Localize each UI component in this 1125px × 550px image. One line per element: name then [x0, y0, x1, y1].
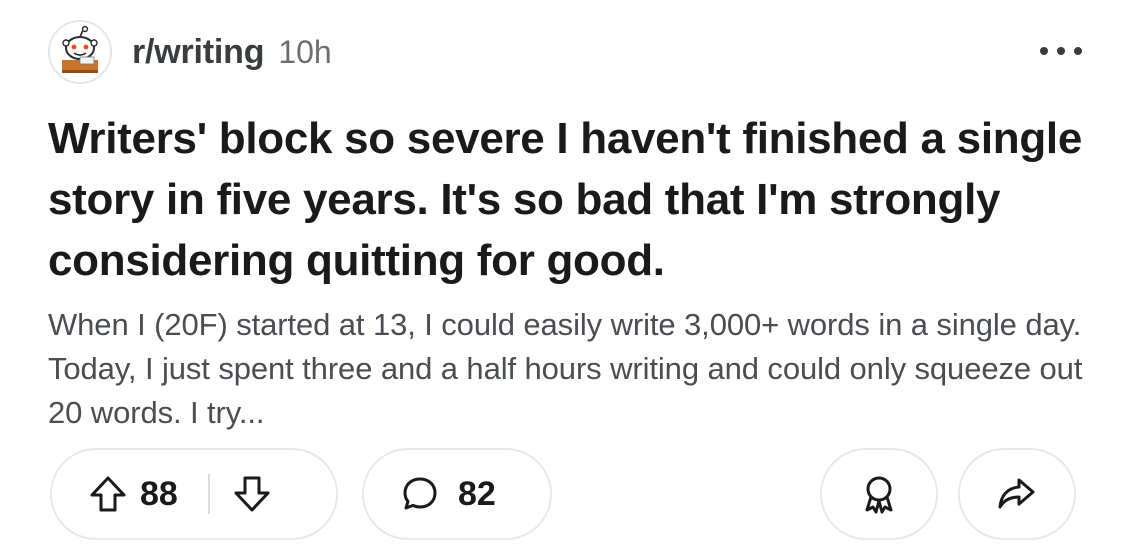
post-age: 10h: [278, 33, 332, 70]
post-body-preview[interactable]: When I (20F) started at 13, I could easi…: [48, 303, 1088, 435]
award-button[interactable]: [820, 448, 938, 540]
post-title[interactable]: Writers' block so severe I haven't finis…: [48, 108, 1088, 291]
subreddit-name[interactable]: r/writing: [132, 33, 265, 72]
vote-divider: [207, 474, 210, 514]
comment-bubble-icon: [400, 474, 440, 514]
share-arrow-icon: [995, 472, 1039, 516]
more-dot: [1074, 47, 1082, 55]
subreddit-avatar-icon[interactable]: [48, 20, 112, 84]
comments-button[interactable]: 82: [362, 448, 552, 540]
more-dot: [1057, 47, 1065, 55]
downvote-arrow-icon[interactable]: [232, 474, 272, 514]
award-icon: [857, 472, 901, 516]
post-header: r/writing 10h: [48, 20, 1088, 84]
upvote-arrow-icon[interactable]: [88, 474, 128, 514]
vote-bar: 88: [50, 448, 338, 540]
upvote-count: 88: [140, 474, 178, 513]
more-options-icon[interactable]: [1040, 36, 1082, 66]
share-button[interactable]: [958, 448, 1076, 540]
more-dot: [1040, 47, 1048, 55]
comment-count: 82: [458, 474, 496, 513]
